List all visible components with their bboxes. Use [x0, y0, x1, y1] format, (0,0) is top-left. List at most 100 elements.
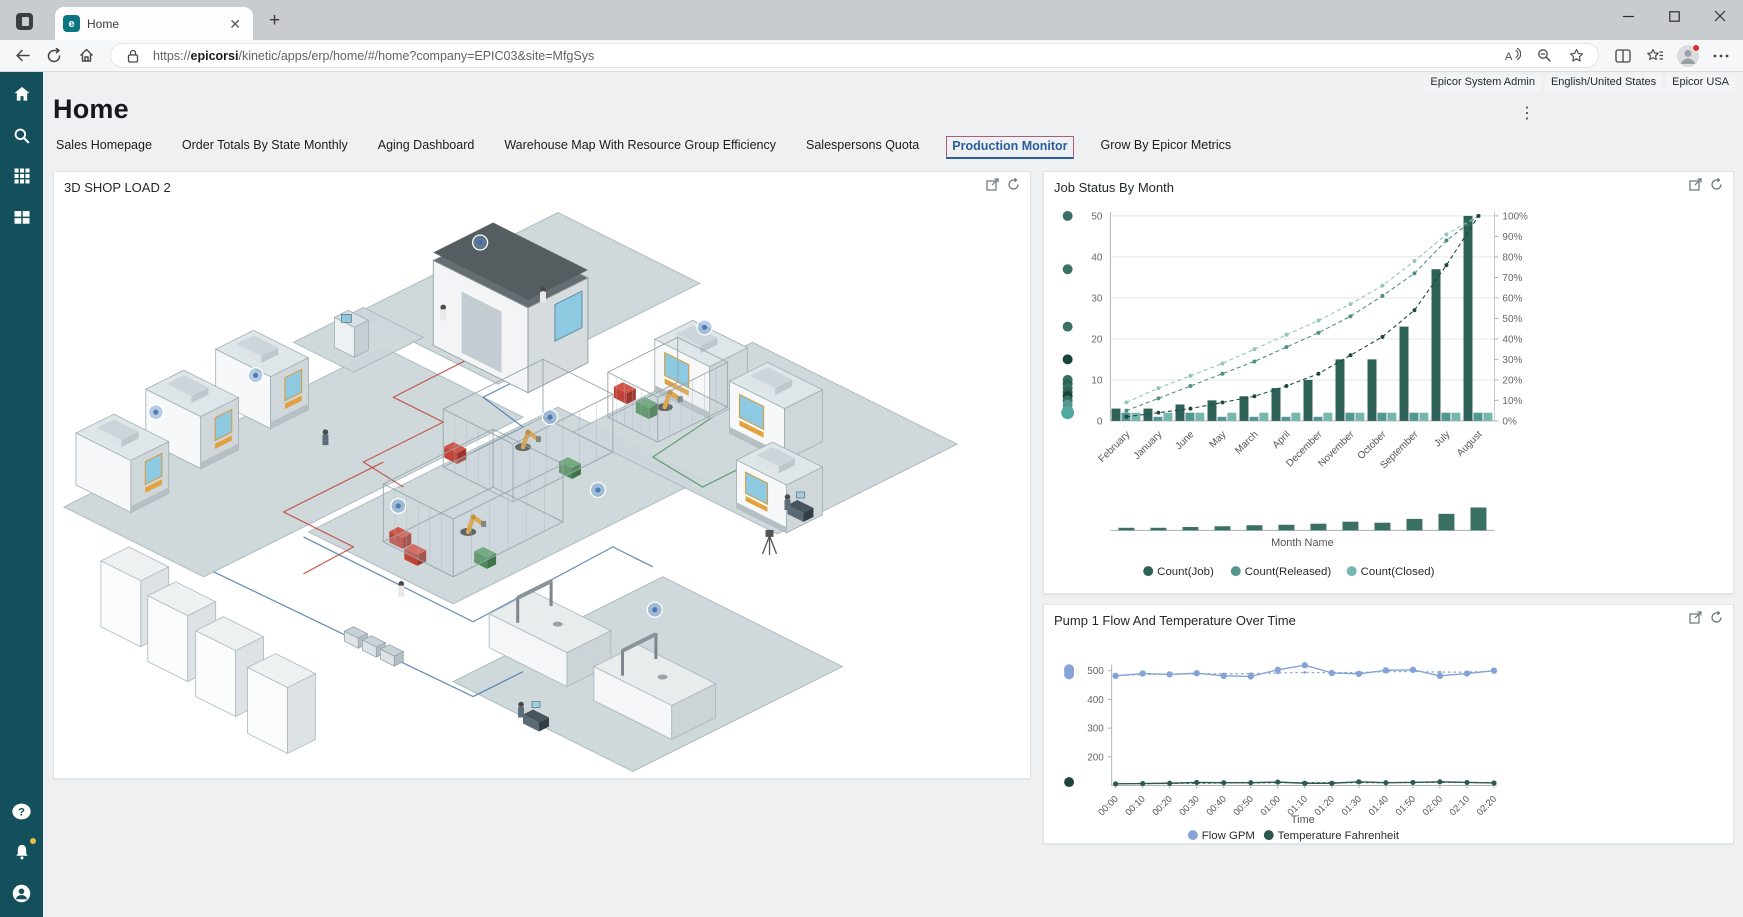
- tab-sales-homepage[interactable]: Sales Homepage: [53, 136, 155, 159]
- profile-avatar[interactable]: [1677, 45, 1699, 67]
- svg-text:20: 20: [1091, 334, 1103, 345]
- home-button[interactable]: [72, 43, 100, 69]
- factory-illustration[interactable]: [54, 202, 1030, 778]
- svg-text:30%: 30%: [1502, 355, 1522, 366]
- panel-title: 3D SHOP LOAD 2: [64, 180, 171, 195]
- tab-production-monitor[interactable]: Production Monitor: [946, 136, 1073, 159]
- panel-title: Job Status By Month: [1054, 180, 1174, 195]
- split-screen-button[interactable]: [1609, 43, 1637, 69]
- sidebar-item-account[interactable]: [10, 881, 34, 905]
- refresh-panel-icon[interactable]: [1710, 611, 1723, 629]
- notification-badge: [30, 838, 36, 844]
- tab-warehouse-map-with-resource-group-efficiency[interactable]: Warehouse Map With Resource Group Effici…: [501, 136, 779, 159]
- svg-text:10: 10: [1091, 375, 1103, 386]
- browser-toolbar: https://epicorsi/kinetic/apps/erp/home/#…: [0, 40, 1743, 72]
- new-tab-button[interactable]: +: [263, 10, 286, 32]
- svg-text:November: November: [1316, 429, 1357, 470]
- sidebar-item-home[interactable]: [10, 82, 34, 106]
- close-button[interactable]: [1697, 0, 1743, 32]
- svg-text:10%: 10%: [1502, 396, 1522, 407]
- context-locale[interactable]: English/United States: [1545, 75, 1662, 92]
- tab-grow-by-epicor-metrics[interactable]: Grow By Epicor Metrics: [1098, 136, 1235, 159]
- svg-text:February: February: [1097, 429, 1133, 465]
- pump-chart[interactable]: 20030040050000:0000:1000:2000:3000:4000:…: [1044, 635, 1733, 843]
- svg-text:July: July: [1432, 429, 1452, 449]
- refresh-panel-icon[interactable]: [1007, 178, 1020, 196]
- sidebar-item-apps-grid[interactable]: [10, 164, 34, 188]
- refresh-panel-icon[interactable]: [1710, 178, 1723, 196]
- svg-text:02:00: 02:00: [1420, 793, 1444, 817]
- svg-text:May: May: [1207, 429, 1228, 450]
- page-menu-kebab[interactable]: ⋮: [1514, 104, 1540, 124]
- favorite-star-icon[interactable]: [1564, 48, 1588, 63]
- browser-tab[interactable]: e Home ✕: [55, 7, 253, 40]
- svg-text:March: March: [1233, 429, 1260, 456]
- svg-text:January: January: [1132, 429, 1165, 462]
- sidebar-item-help[interactable]: ?: [10, 799, 34, 823]
- pump-panel: Pump 1 Flow And Temperature Over Time 20…: [1043, 604, 1734, 844]
- context-user[interactable]: Epicor System Admin: [1424, 75, 1541, 92]
- zoom-out-icon[interactable]: [1532, 48, 1556, 63]
- svg-text:70%: 70%: [1502, 273, 1522, 284]
- context-bar: Epicor System Admin English/United State…: [43, 72, 1743, 92]
- svg-text:50: 50: [1091, 211, 1103, 222]
- minimize-button[interactable]: [1605, 0, 1651, 32]
- browser-menu-button[interactable]: [1707, 43, 1735, 69]
- svg-text:500: 500: [1087, 666, 1104, 677]
- epicor-favicon: e: [63, 15, 80, 32]
- browser-titlebar: e Home ✕ +: [0, 0, 1743, 40]
- open-panel-icon[interactable]: [986, 178, 999, 196]
- back-button[interactable]: [8, 43, 36, 69]
- workspaces-icon[interactable]: [16, 13, 33, 30]
- legend-item: Count(Closed): [1361, 566, 1435, 578]
- tab-close-icon[interactable]: ✕: [225, 16, 245, 32]
- lock-icon: [121, 49, 145, 63]
- svg-text:200: 200: [1087, 752, 1104, 763]
- reload-button[interactable]: [40, 43, 68, 69]
- page-title: Home: [53, 94, 129, 125]
- panel-title: Pump 1 Flow And Temperature Over Time: [1054, 613, 1296, 628]
- sidebar-item-dashboards[interactable]: [10, 205, 34, 229]
- address-bar[interactable]: https://epicorsi/kinetic/apps/erp/home/#…: [110, 43, 1599, 68]
- tab-salespersons-quota[interactable]: Salespersons Quota: [803, 136, 922, 159]
- svg-text:00:20: 00:20: [1150, 793, 1174, 817]
- svg-text:300: 300: [1087, 724, 1104, 735]
- svg-text:01:20: 01:20: [1312, 793, 1336, 817]
- svg-text:August: August: [1455, 429, 1485, 459]
- maximize-button[interactable]: [1651, 0, 1697, 32]
- context-company[interactable]: Epicor USA: [1666, 75, 1735, 92]
- sidebar-item-search[interactable]: [10, 123, 34, 147]
- svg-text:00:40: 00:40: [1204, 793, 1228, 817]
- legend-item: Count(Job): [1157, 566, 1214, 578]
- open-panel-icon[interactable]: [1689, 178, 1702, 196]
- svg-text:30: 30: [1091, 293, 1103, 304]
- shop-load-panel: 3D SHOP LOAD 2: [53, 171, 1031, 779]
- open-panel-icon[interactable]: [1689, 611, 1702, 629]
- app-sidebar: ?: [0, 72, 43, 917]
- app-main: Epicor System Admin English/United State…: [43, 72, 1743, 917]
- svg-text:40: 40: [1091, 252, 1103, 263]
- svg-text:01:50: 01:50: [1393, 793, 1417, 817]
- svg-text:100%: 100%: [1502, 211, 1528, 222]
- read-aloud-icon[interactable]: A: [1500, 48, 1524, 63]
- tab-aging-dashboard[interactable]: Aging Dashboard: [375, 136, 478, 159]
- svg-text:20%: 20%: [1502, 375, 1522, 386]
- svg-text:60%: 60%: [1502, 293, 1522, 304]
- job-status-chart[interactable]: 010203040500%10%20%30%40%50%60%70%80%90%…: [1044, 202, 1733, 593]
- url-text[interactable]: https://epicorsi/kinetic/apps/erp/home/#…: [153, 49, 1492, 63]
- sidebar-item-notifications[interactable]: [10, 840, 34, 864]
- svg-text:01:40: 01:40: [1366, 793, 1390, 817]
- dashboard-tab-strip: Sales Homepage Order Totals By State Mont…: [43, 125, 1743, 165]
- svg-text:00:10: 00:10: [1123, 793, 1147, 817]
- svg-text:01:30: 01:30: [1339, 793, 1363, 817]
- tab-title: Home: [87, 17, 218, 31]
- svg-text:0: 0: [1097, 416, 1103, 427]
- svg-text:June: June: [1174, 429, 1197, 452]
- svg-text:00:50: 00:50: [1231, 793, 1255, 817]
- profile-notification-dot: [1692, 44, 1700, 52]
- favorites-bar-button[interactable]: [1641, 43, 1669, 69]
- svg-text:50%: 50%: [1502, 314, 1522, 325]
- svg-text:02:10: 02:10: [1447, 793, 1471, 817]
- svg-text:80%: 80%: [1502, 252, 1522, 263]
- tab-order-totals-by-state-monthly[interactable]: Order Totals By State Monthly: [179, 136, 351, 159]
